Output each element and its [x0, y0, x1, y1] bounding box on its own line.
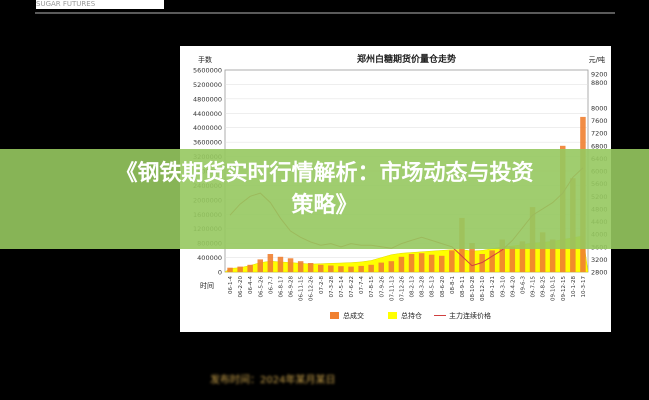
legend-label: 总成交: [343, 311, 364, 320]
y-tick-right: 7200: [591, 130, 608, 138]
x-tick-label: 06-2-20: [238, 276, 244, 298]
y-tick-left: 5200000: [193, 81, 222, 89]
x-tick-label: 08-8-1: [450, 276, 456, 294]
volume-bar: [257, 259, 263, 272]
volume-bar: [348, 266, 354, 272]
x-tick-label: 07-6-22: [349, 276, 355, 297]
y-tick-left: 5600000: [193, 67, 222, 75]
volume-bar: [227, 267, 233, 272]
x-tick-label: 10-3-17: [581, 276, 587, 298]
x-tick-label: 09-3-10: [500, 276, 506, 298]
x-tick-label: 07-11-13: [389, 276, 395, 301]
legend-label: 主力连续价格: [449, 311, 491, 320]
x-tick-label: 08-2-13: [410, 276, 416, 298]
x-tick-label: 08-12-10: [480, 276, 486, 301]
volume-bar: [297, 261, 304, 272]
x-tick-label: 09-7-15: [531, 276, 537, 298]
y-axis-left-label: 手数: [198, 55, 212, 64]
x-tick-label: 07-9-26: [379, 276, 385, 298]
volume-bar: [368, 264, 374, 272]
x-tick-label: 08-6-20: [440, 276, 446, 298]
x-tick-label: 06-4-4: [248, 276, 254, 294]
volume-bar: [428, 254, 435, 272]
volume-bar: [277, 256, 284, 272]
volume-bar: [247, 264, 253, 272]
x-tick-label: 10-1-28: [571, 276, 577, 298]
y-tick-left: 4000000: [193, 124, 222, 132]
volume-bar: [328, 265, 334, 272]
x-tick-label: 09-10-15: [551, 276, 557, 301]
volume-bar: [388, 261, 395, 272]
x-tick-label: 06-1-4: [228, 276, 234, 294]
volume-bar: [439, 255, 445, 272]
volume-bar: [307, 263, 314, 272]
x-tick-label: 06-7-7: [268, 276, 274, 294]
x-tick-label: 08-5-13: [430, 276, 436, 298]
volume-bar: [418, 253, 425, 272]
x-tick-label: 07-12-26: [399, 276, 405, 301]
footer-caption: 发布时间：2024年某月某日: [210, 375, 336, 386]
article-title: 《钢铁期货实时行情解析：市场动态与投资 策略》: [0, 158, 649, 222]
x-tick-label: 08-10-28: [470, 276, 476, 301]
volume-bar: [358, 265, 364, 272]
y-tick-right: 8000: [591, 104, 608, 112]
volume-bar: [378, 262, 384, 272]
x-tick-label: 06-11-15: [299, 276, 305, 301]
x-tick-label: 06-9-28: [289, 276, 295, 298]
x-tick-label: 09-1-21: [490, 276, 496, 297]
y-tick-left: 400000: [197, 254, 222, 262]
y-tick-left: 4800000: [193, 95, 222, 103]
legend-swatch: [330, 312, 339, 319]
x-tick-label: 07-5-14: [339, 276, 345, 298]
volume-bar: [287, 258, 294, 272]
x-tick-label: 09-12-15: [561, 276, 567, 301]
article-title-line-2: 策略》: [291, 193, 358, 218]
y-tick-left: 3600000: [193, 139, 222, 147]
x-tick-label: 09-6-3: [520, 276, 526, 294]
y-tick-right: 3200: [591, 256, 608, 264]
volume-bar: [237, 266, 243, 272]
y-axis-right-label: 元/吨: [589, 55, 605, 64]
y-tick-right: 7600: [591, 117, 608, 125]
x-tick-label: 09-4-20: [510, 276, 516, 298]
y-tick-right: 9200: [591, 71, 608, 79]
x-tick-label: 07-8-15: [369, 276, 375, 298]
volume-bar: [509, 246, 516, 273]
volume-bar: [398, 256, 405, 272]
x-tick-label: 06-12-26: [309, 276, 315, 301]
volume-bar: [489, 250, 495, 272]
chart-title: 郑州白糖期货价量仓走势: [357, 53, 456, 65]
y-tick-left: 0: [218, 269, 222, 277]
y-tick-left: 4400000: [193, 110, 222, 118]
legend-swatch: [388, 312, 397, 319]
volume-bar: [267, 254, 274, 272]
x-tick-label: 07-3-28: [329, 276, 335, 298]
x-tick-label: 08-9-11: [460, 276, 466, 297]
site-logo: SUGAR FUTURES: [36, 0, 164, 9]
article-title-line-1: 《钢铁期货实时行情解析：市场动态与投资: [115, 161, 534, 186]
volume-bar: [449, 250, 455, 272]
x-tick-label: 09-8-25: [541, 276, 547, 298]
volume-bar: [408, 254, 415, 272]
x-tick-label: 06-5-26: [258, 276, 264, 298]
x-axis-label: 时间: [200, 281, 214, 290]
volume-bar: [338, 266, 344, 272]
legend-label: 总持仓: [401, 311, 422, 320]
x-tick-label: 07-2-8: [319, 276, 325, 294]
volume-bar: [318, 264, 324, 272]
y-tick-right: 8800: [591, 79, 608, 87]
x-tick-label: 07-7-4: [359, 276, 365, 294]
x-tick-label: 06-8-17: [278, 276, 284, 298]
y-tick-right: 2800: [591, 269, 608, 277]
x-tick-label: 08-3-28: [420, 276, 426, 298]
